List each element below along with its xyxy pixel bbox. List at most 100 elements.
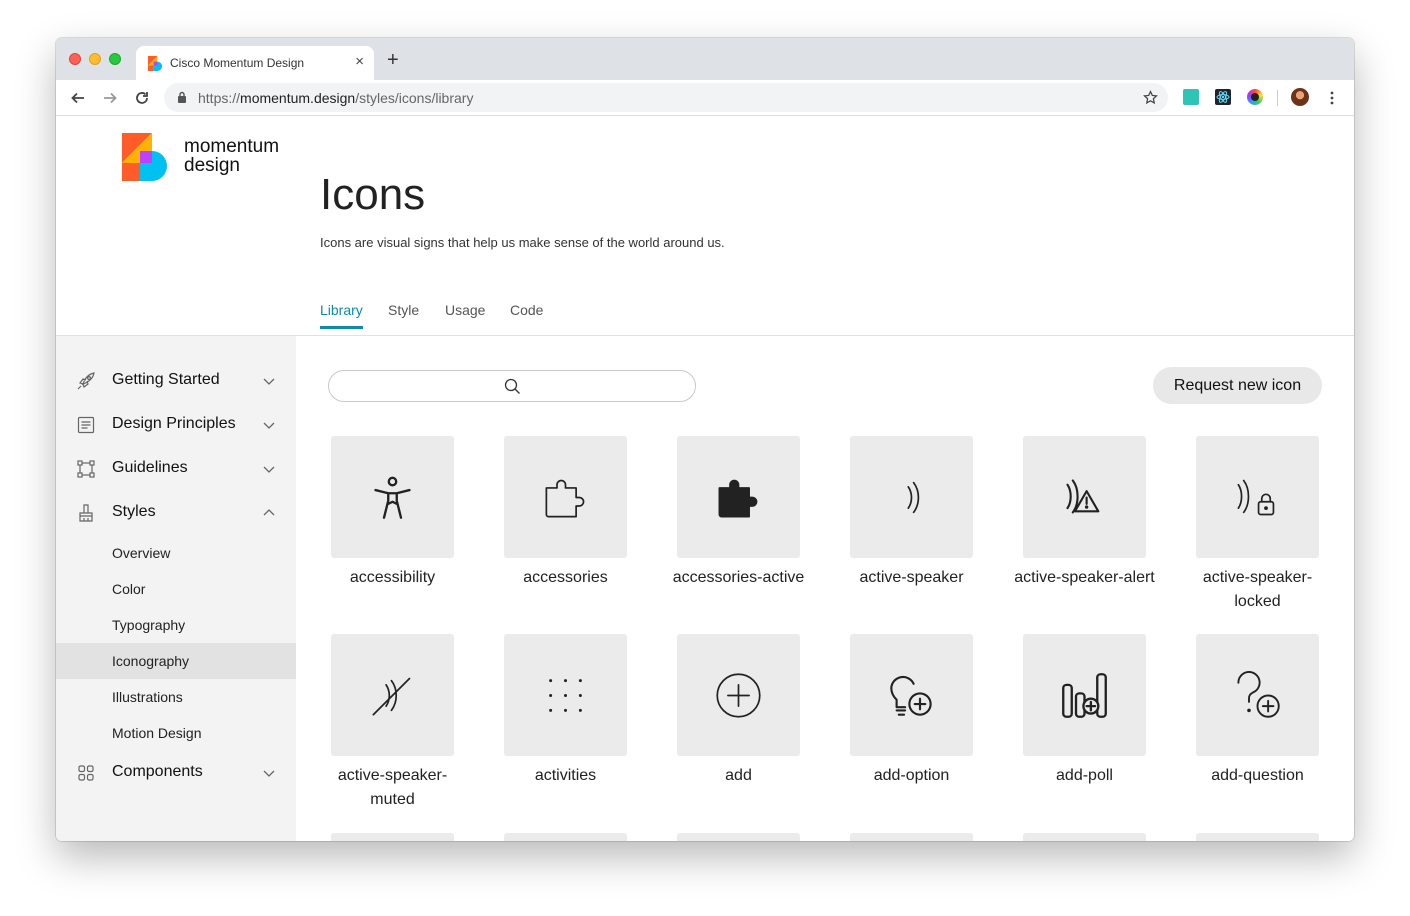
icon-tile[interactable] — [504, 436, 627, 558]
tab-title: Cisco Momentum Design — [170, 56, 305, 70]
icon-tile[interactable] — [850, 436, 973, 558]
grid-icon — [78, 765, 94, 781]
address-bar[interactable]: https://momentum.design/styles/icons/lib… — [164, 83, 1168, 112]
page-content: momentum design Icons Icons are visual s… — [56, 117, 1354, 841]
icon-label: active-speaker-locked — [1202, 569, 1313, 610]
icon-label: active-speaker-muted — [337, 767, 448, 808]
chevron-down-icon — [263, 466, 275, 473]
icon-label: add — [725, 767, 752, 784]
maximize-window-button[interactable] — [109, 53, 121, 65]
icon-card-add[interactable]: add — [677, 634, 850, 829]
icon-label: accessories-active — [672, 569, 805, 586]
icon-card-add-option[interactable]: add-option — [850, 634, 1023, 829]
icon-tile[interactable] — [331, 436, 454, 558]
icon-card-add-poll[interactable]: add-poll — [1023, 634, 1196, 829]
icon-tile[interactable] — [1196, 833, 1319, 841]
sidebar-item-getting-started[interactable]: Getting Started — [56, 363, 296, 399]
icon-tile[interactable] — [1023, 833, 1146, 841]
active-speaker-alert-icon — [1066, 479, 1100, 514]
icon-card-activities[interactable]: activities — [504, 634, 677, 829]
icon-tile[interactable] — [331, 634, 454, 756]
tab-style[interactable]: Style — [388, 302, 419, 326]
back-button[interactable] — [68, 88, 88, 108]
icon-tile[interactable] — [677, 833, 800, 841]
sidebar-subitem-motion-design[interactable]: Motion Design — [56, 715, 296, 751]
icon-label: active-speaker — [859, 569, 964, 586]
icon-tile[interactable] — [1023, 436, 1146, 558]
add-poll-icon — [1062, 673, 1107, 718]
chevron-up-icon — [263, 509, 275, 516]
sidebar-item-design-principles[interactable]: Design Principles — [56, 407, 296, 443]
browser-tab[interactable]: Cisco Momentum Design × — [136, 46, 374, 80]
document-icon — [77, 416, 95, 434]
icon-tile[interactable] — [677, 634, 800, 756]
request-new-icon-button[interactable]: Request new icon — [1153, 367, 1322, 404]
icon-tile[interactable] — [1196, 634, 1319, 756]
icon-tile[interactable] — [677, 436, 800, 558]
page-title: Icons — [320, 170, 426, 219]
icon-card-accessories-active[interactable]: accessories-active — [673, 436, 850, 631]
favicon-icon — [148, 56, 163, 71]
momentum-logo-icon[interactable] — [122, 133, 170, 181]
forward-button[interactable] — [100, 88, 120, 108]
tab-close-icon[interactable]: × — [355, 53, 364, 71]
sidebar-subitem-color[interactable]: Color — [56, 571, 296, 607]
icon-label: accessories — [523, 569, 608, 586]
url-text: https://momentum.design/styles/icons/lib… — [198, 90, 474, 106]
icon-card-accessibility[interactable]: accessibility — [331, 436, 504, 631]
profile-avatar[interactable] — [1291, 88, 1309, 106]
icon-tile[interactable] — [504, 634, 627, 756]
close-window-button[interactable] — [69, 53, 81, 65]
icon-tile[interactable] — [1196, 436, 1319, 558]
sidebar-subitem-typography[interactable]: Typography — [56, 607, 296, 643]
sidebar-item-guidelines[interactable]: Guidelines — [56, 451, 296, 487]
brush-icon — [79, 504, 93, 522]
icon-card-accessories[interactable]: accessories — [504, 436, 677, 631]
accessibility-icon — [374, 476, 411, 519]
frame-icon — [77, 460, 95, 478]
icon-card-active-speaker-locked[interactable]: active-speaker-locked — [1196, 436, 1354, 631]
icon-label: add-option — [873, 767, 950, 784]
sidebar-subitem-overview[interactable]: Overview — [56, 535, 296, 571]
icon-card-active-speaker-muted[interactable]: active-speaker-muted — [331, 634, 504, 829]
arrow-left-icon — [71, 92, 84, 104]
icon-tile[interactable] — [331, 833, 454, 841]
minimize-window-button[interactable] — [89, 53, 101, 65]
extension-color-icon[interactable] — [1247, 89, 1263, 105]
sidebar-subitem-iconography[interactable]: Iconography — [56, 643, 296, 679]
more-menu-icon[interactable] — [1328, 91, 1336, 105]
sidebar-subitem-illustrations[interactable]: Illustrations — [56, 679, 296, 715]
tab-usage[interactable]: Usage — [445, 302, 485, 326]
icon-tile[interactable] — [504, 833, 627, 841]
star-icon[interactable] — [1143, 90, 1158, 105]
sidebar-item-styles[interactable]: Styles — [56, 495, 296, 531]
chevron-down-icon — [263, 770, 275, 777]
search-field[interactable] — [328, 370, 696, 402]
reload-button[interactable] — [132, 88, 152, 108]
icon-label: active-speaker-alert — [1014, 569, 1155, 586]
add-icon — [716, 673, 761, 718]
active-speaker-icon — [907, 481, 920, 514]
rocket-icon — [77, 372, 95, 390]
icon-card-active-speaker[interactable]: active-speaker — [850, 436, 1023, 631]
lock-icon — [178, 91, 186, 103]
icon-tile[interactable] — [1023, 634, 1146, 756]
logo-wordmark[interactable]: momentum design — [184, 137, 279, 175]
page-description: Icons are visual signs that help us make… — [320, 235, 725, 250]
icon-tile[interactable] — [850, 634, 973, 756]
tab-code[interactable]: Code — [510, 302, 543, 326]
browser-window: Cisco Momentum Design × + https://moment… — [56, 38, 1354, 841]
icon-library: Request new icon accessibility accessori… — [296, 336, 1354, 841]
tab-bar: Cisco Momentum Design × + — [56, 38, 1354, 80]
sidebar-item-components[interactable]: Components — [56, 755, 296, 791]
new-tab-button[interactable]: + — [387, 50, 399, 70]
extension-react-icon[interactable] — [1215, 89, 1231, 105]
extension-screen-icon[interactable] — [1183, 89, 1199, 105]
chevron-down-icon — [263, 378, 275, 385]
active-speaker-locked-icon — [1237, 479, 1275, 516]
browser-toolbar: https://momentum.design/styles/icons/lib… — [56, 80, 1354, 116]
icon-card-add-question[interactable]: add-question — [1196, 634, 1354, 829]
tab-library[interactable]: Library — [320, 302, 363, 329]
icon-tile[interactable] — [850, 833, 973, 841]
chevron-down-icon — [263, 422, 275, 429]
